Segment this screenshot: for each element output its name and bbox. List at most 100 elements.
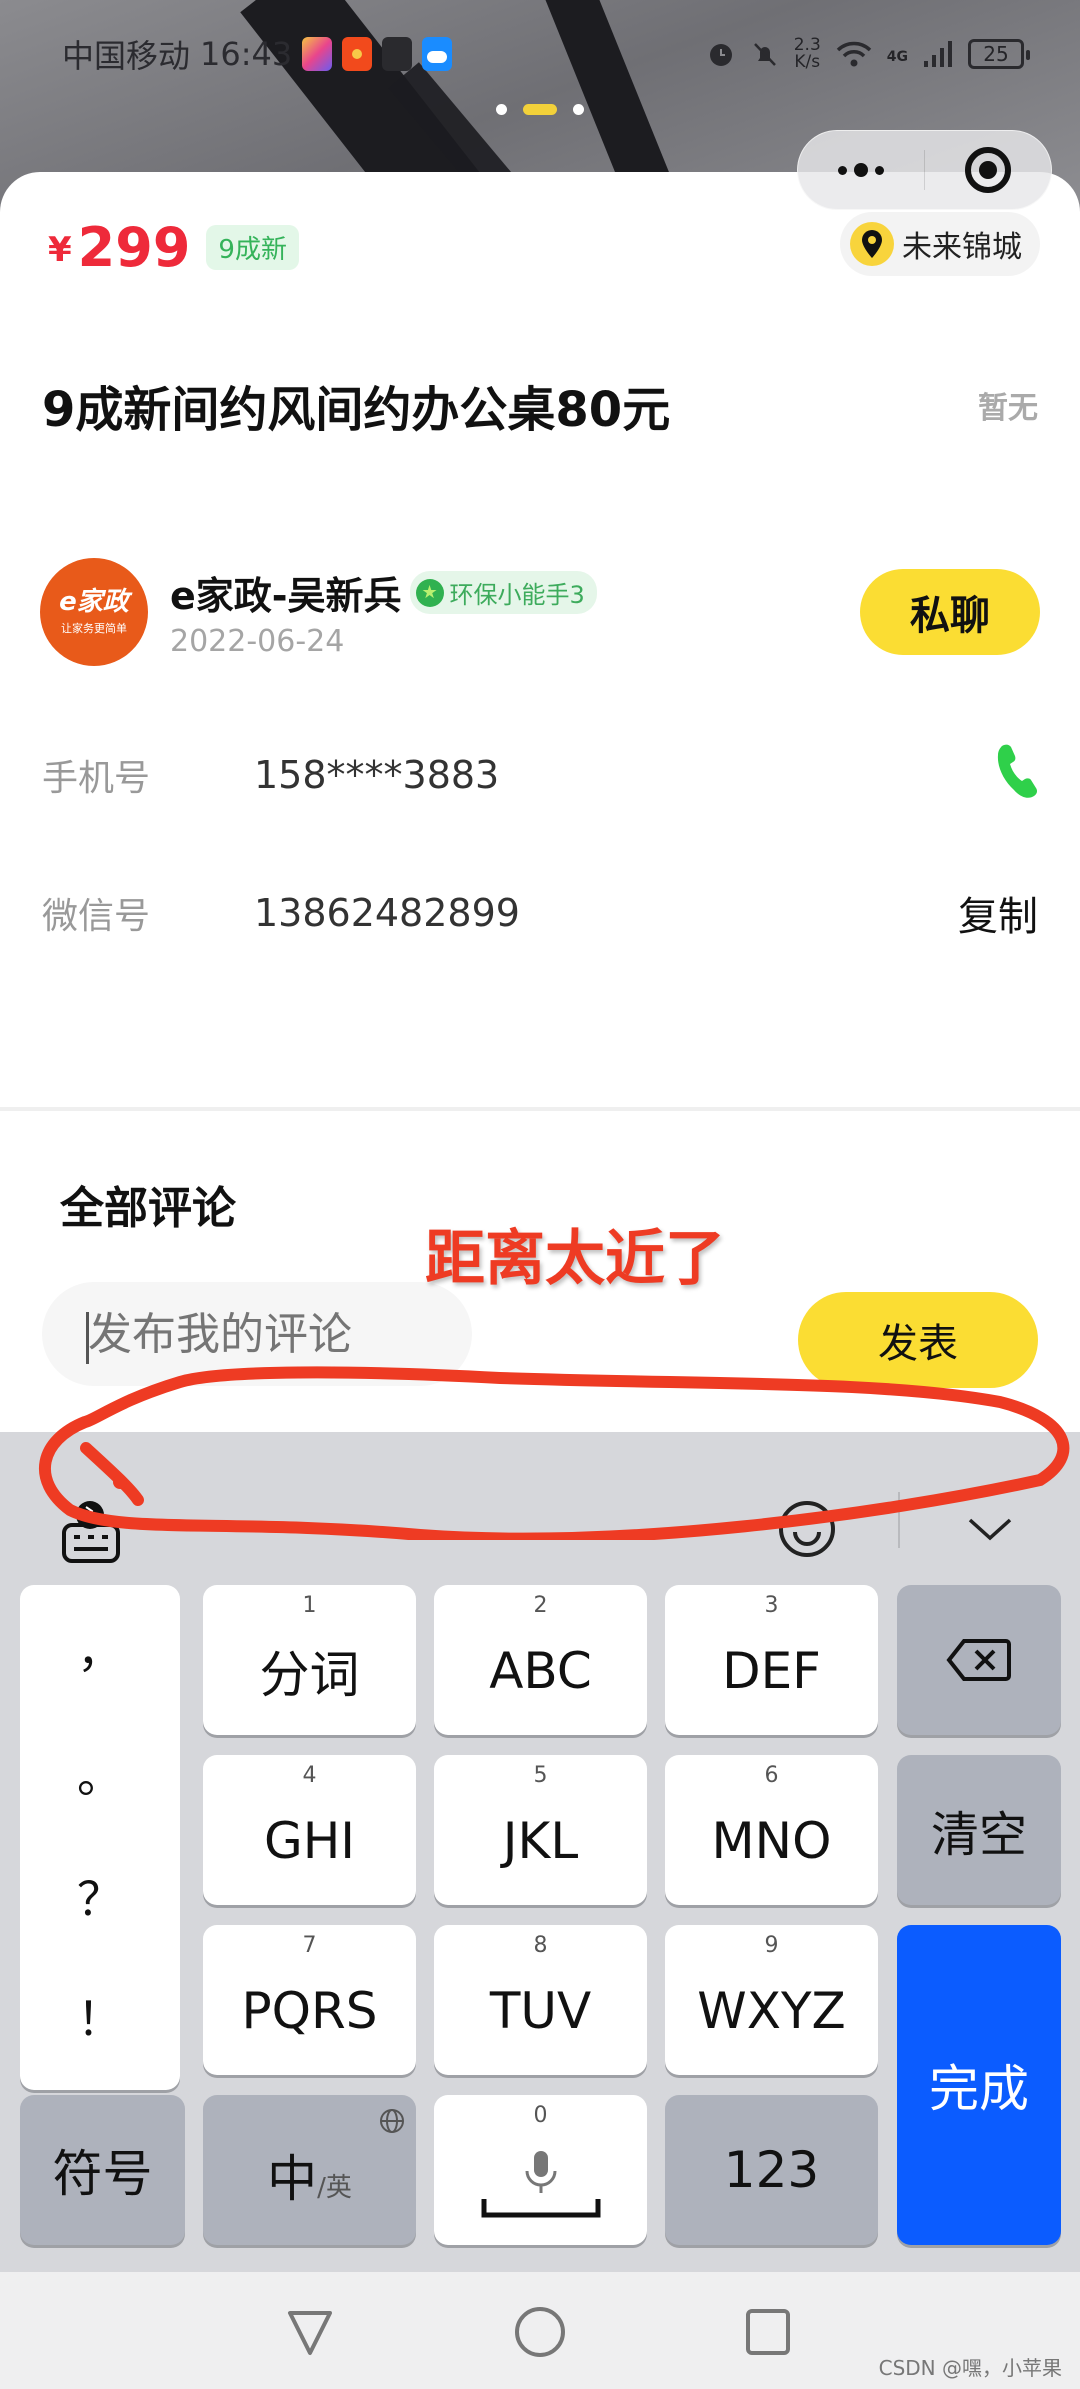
punct-question[interactable]: ？ (20, 1863, 180, 1929)
title-row: 9成新间约风间约办公桌80元 暂无 (42, 370, 1038, 440)
comment-input[interactable] (42, 1282, 472, 1386)
network-type: 4G (886, 49, 908, 65)
key-label: MNO (711, 1812, 832, 1870)
key-label: GHI (263, 1812, 356, 1870)
carrier-name: 中国移动 (62, 37, 191, 75)
section-divider (0, 1107, 1080, 1111)
avatar-slogan: 让家务更简单 (61, 622, 127, 635)
title-aside: 暂无 (978, 391, 1038, 426)
publish-button[interactable]: 发表 (798, 1292, 1038, 1388)
text-caret (86, 1312, 89, 1364)
backspace-icon (946, 1639, 1011, 1681)
key-2[interactable]: 2 ABC (434, 1585, 647, 1735)
key-label: WXYZ (697, 1982, 846, 2040)
signal-icon (924, 41, 952, 67)
key-number: 7 (302, 1933, 317, 1958)
private-chat-button[interactable]: 私聊 (860, 569, 1040, 655)
globe-icon (380, 2109, 404, 2133)
battery-indicator: 25 (968, 39, 1030, 69)
net-speed-unit: K/s (794, 52, 821, 72)
key-number: 1 (302, 1593, 317, 1618)
key-label: 清空 (930, 1807, 1027, 1863)
wechat-label: 微信号 (42, 896, 151, 937)
recents-square-icon[interactable] (733, 2302, 803, 2362)
backspace-key[interactable] (897, 1585, 1061, 1735)
key-number: 9 (764, 1933, 779, 1958)
key-label: 完成 (929, 2060, 1029, 2118)
paint-app-icon (302, 37, 333, 71)
more-dots-icon[interactable] (798, 131, 924, 209)
comments-title: 全部评论 (60, 1183, 236, 1234)
ime-keyboard: ， 。 ？ ！ 1 分词 2 ABC 3 DEF 4 GHI 5 JKL 6 M… (0, 1432, 1080, 2272)
key-label: 分词 (259, 1646, 360, 1704)
page-dot (573, 104, 584, 115)
phone-icon[interactable] (994, 742, 1038, 808)
punct-exclaim[interactable]: ！ (20, 1983, 180, 2049)
key-7[interactable]: 7 PQRS (203, 1925, 416, 2075)
seller-avatar[interactable]: e家政 让家务更简单 (40, 558, 148, 666)
key-9[interactable]: 9 WXYZ (665, 1925, 878, 2075)
key-label: 123 (723, 2141, 820, 2199)
punct-comma[interactable]: ， (20, 1615, 180, 1681)
lang-main-label: 中 (267, 2150, 318, 2208)
key-8[interactable]: 8 TUV (434, 1925, 647, 2075)
phone-label: 手机号 (42, 758, 151, 799)
status-bar: 中国移动 16:43 2.3 K/s 4G 25 (0, 24, 1080, 84)
key-5[interactable]: 5 JKL (434, 1755, 647, 1905)
key-6[interactable]: 6 MNO (665, 1755, 878, 1905)
key-3[interactable]: 3 DEF (665, 1585, 878, 1735)
key-1[interactable]: 1 分词 (203, 1585, 416, 1735)
home-circle-icon[interactable] (505, 2302, 575, 2362)
seller-badge-label: 环保小能手3 (449, 581, 585, 609)
annotation-label: 距离太近了 (425, 1224, 725, 1294)
wechat-value: 13862482899 (254, 891, 520, 935)
avatar-logo: e家政 (59, 587, 129, 617)
keyboard-toolbar (0, 1432, 1080, 1572)
page-indicator (0, 104, 1080, 115)
key-number: 4 (302, 1763, 317, 1788)
collapse-keyboard-icon[interactable] (955, 1494, 1025, 1564)
key-label: JKL (502, 1812, 579, 1870)
done-key[interactable]: 完成 (897, 1925, 1061, 2245)
mute-bell-icon (753, 43, 776, 66)
punct-period[interactable]: 。 (20, 1740, 180, 1806)
symbols-key[interactable]: 符号 (20, 2095, 185, 2245)
key-number: 2 (533, 1593, 548, 1618)
location-name: 未来锦城 (902, 230, 1022, 265)
currency-symbol: ¥ (48, 230, 72, 270)
location-pill[interactable]: 未来锦城 (840, 212, 1040, 276)
price: 299 (77, 216, 191, 279)
key-number: 5 (533, 1763, 548, 1788)
key-label: ABC (489, 1642, 592, 1700)
red-envelope-icon (342, 37, 373, 71)
keyboard-switch-icon[interactable] (52, 1490, 132, 1570)
key-label: 符号 (52, 2145, 153, 2203)
phone-row: 手机号 158****3883 (42, 742, 1038, 808)
location-pin-icon (850, 222, 894, 266)
item-title: 9成新间约风间约办公桌80元 (42, 382, 671, 438)
copy-button[interactable]: 复制 (958, 884, 1038, 942)
microphone-icon (525, 2151, 556, 2193)
language-switch-key[interactable]: 中/英 (203, 2095, 416, 2245)
space-bar-icon (481, 2199, 600, 2218)
key-label: DEF (722, 1642, 821, 1700)
clear-key[interactable]: 清空 (897, 1755, 1061, 1905)
key-number: 0 (533, 2103, 548, 2128)
price-row: ¥ 299 9成新 (48, 220, 299, 276)
key-4[interactable]: 4 GHI (203, 1755, 416, 1905)
numbers-key[interactable]: 123 (665, 2095, 878, 2245)
seller-row: e家政 让家务更简单 e家政-吴新兵 ★ 环保小能手3 2022-06-24 私… (40, 557, 1040, 667)
page-dot (496, 104, 507, 115)
wechat-row: 微信号 13862482899 复制 (42, 884, 1038, 942)
space-key[interactable]: 0 (434, 2095, 647, 2245)
condition-tag: 9成新 (206, 225, 299, 270)
emoji-icon[interactable] (772, 1494, 842, 1564)
phone-value: 158****3883 (254, 753, 500, 797)
toolbar-separator (898, 1492, 900, 1548)
punctuation-column[interactable]: ， 。 ？ ！ (20, 1585, 180, 2090)
close-target-icon[interactable] (925, 131, 1051, 209)
back-triangle-icon[interactable] (275, 2302, 345, 2362)
key-label: TUV (489, 1982, 592, 2040)
watermark: CSDN @嘿，小苹果 (878, 2356, 1062, 2380)
page-dot-active (523, 104, 557, 115)
